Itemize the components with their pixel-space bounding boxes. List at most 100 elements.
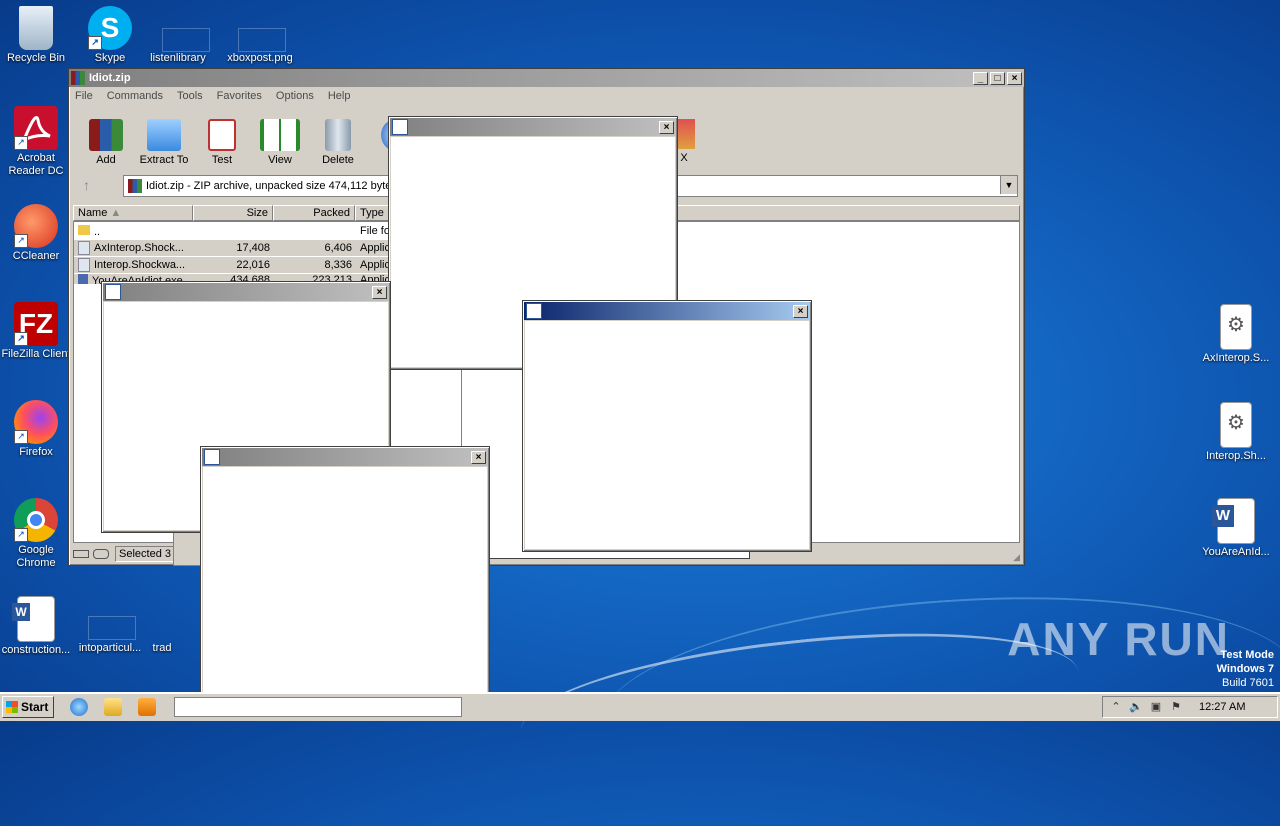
desktop-icon-recycle-bin[interactable]: Recycle Bin xyxy=(0,6,74,65)
dll-gear-icon: ⚙ xyxy=(1220,304,1252,350)
window-title: Idiot.zip xyxy=(89,72,131,84)
desktop-icon-skype[interactable]: S ↗ Skype xyxy=(72,6,148,65)
dll-gear-icon: ⚙ xyxy=(1220,402,1252,448)
desktop-icon-filezilla[interactable]: FZ ↗ FileZilla Client xyxy=(0,302,74,361)
folder-icon xyxy=(147,119,181,151)
toolbar-test-button[interactable]: Test xyxy=(193,119,251,166)
word-doc-icon: W xyxy=(12,596,55,642)
desktop-icon-interop[interactable]: ⚙ Interop.Sh... xyxy=(1198,402,1274,463)
action-center-flag-icon[interactable]: ⚑ xyxy=(1169,700,1183,714)
winrar-titlebar[interactable]: Idiot.zip _ □ × xyxy=(69,69,1024,87)
dll-icon xyxy=(78,241,90,255)
status-text: Selected 3 f xyxy=(115,546,182,562)
up-arrow-icon[interactable]: ↑ xyxy=(83,177,90,193)
desktop-icon-trad[interactable]: trad xyxy=(124,600,200,655)
test-mode-label: Test Mode Windows 7 Build 7601 xyxy=(1216,649,1274,689)
skype-icon: S ↗ xyxy=(88,6,132,50)
folder-icon xyxy=(78,224,90,235)
book-icon xyxy=(260,119,300,151)
desktop-icon-xboxpost[interactable]: xboxpost.png xyxy=(222,6,298,65)
add-archive-icon xyxy=(89,119,123,151)
trash-icon xyxy=(325,119,351,151)
popup-titlebar[interactable]: × xyxy=(202,448,488,466)
desktop-icon-youareanidiot[interactable]: W YouAreAnId... xyxy=(1198,498,1274,559)
close-button[interactable]: × xyxy=(793,304,808,318)
minimize-button[interactable]: _ xyxy=(973,71,988,85)
close-button[interactable]: × xyxy=(1007,71,1022,85)
shortcut-arrow-icon: ↗ xyxy=(14,234,28,248)
table-row[interactable]: Interop.Shockwa... 22,016 8,336 Applica xyxy=(74,257,396,273)
firefox-icon: ↗ xyxy=(14,400,58,444)
ccleaner-icon: ↗ xyxy=(14,204,58,248)
close-button[interactable]: × xyxy=(471,450,486,464)
clock[interactable]: 12:27 AM xyxy=(1199,701,1245,713)
shortcut-arrow-icon: ↗ xyxy=(14,528,28,542)
word-doc-icon xyxy=(526,303,542,319)
menu-help[interactable]: Help xyxy=(328,90,351,102)
word-doc-icon xyxy=(105,284,121,300)
anyrun-watermark: ANY RUN xyxy=(1007,613,1230,665)
menu-favorites[interactable]: Favorites xyxy=(217,90,262,102)
desktop-icon-listenlibrary[interactable]: listenlibrary xyxy=(140,6,216,65)
popup-titlebar[interactable]: × xyxy=(524,302,810,320)
word-doc-icon xyxy=(392,119,408,135)
word-doc-icon xyxy=(204,449,220,465)
desktop-icon-firefox[interactable]: ↗ Firefox xyxy=(0,400,74,459)
desktop-icon-chrome[interactable]: ↗ Google Chrome xyxy=(0,498,74,570)
close-button[interactable]: × xyxy=(372,285,387,299)
show-hidden-icons-icon[interactable]: ⌃ xyxy=(1109,700,1123,714)
explorer-folder-icon[interactable] xyxy=(104,698,122,716)
menu-tools[interactable]: Tools xyxy=(177,90,203,102)
network-icon[interactable]: ▣ xyxy=(1149,700,1163,714)
maximize-button[interactable]: □ xyxy=(990,71,1005,85)
toolbar-add-button[interactable]: Add xyxy=(77,119,135,166)
resize-grip-icon[interactable]: ◢ xyxy=(1013,552,1020,563)
menu-commands[interactable]: Commands xyxy=(107,90,163,102)
image-icon xyxy=(238,28,286,52)
popup-window-3-active[interactable]: × xyxy=(522,300,812,552)
sort-asc-icon: ▲ xyxy=(110,207,122,219)
volume-icon[interactable]: 🔈 xyxy=(1129,700,1143,714)
popup-content xyxy=(203,467,487,695)
column-name[interactable]: Name ▲ xyxy=(73,205,193,221)
popup-titlebar[interactable]: × xyxy=(103,283,389,301)
acrobat-icon: ↗ xyxy=(14,106,58,150)
toolbar-delete-button[interactable]: Delete xyxy=(309,119,367,166)
desktop-icon-axinterop[interactable]: ⚙ AxInterop.S... xyxy=(1198,304,1274,365)
key-icon xyxy=(93,549,109,559)
shortcut-arrow-icon: ↗ xyxy=(88,36,102,50)
start-button[interactable]: Start xyxy=(2,696,54,718)
menu-options[interactable]: Options xyxy=(276,90,314,102)
desktop-icon-ccleaner[interactable]: ↗ CCleaner xyxy=(0,204,74,263)
table-row[interactable]: .. File fol xyxy=(74,223,396,239)
chrome-icon: ↗ xyxy=(14,498,58,542)
menu-file[interactable]: File xyxy=(75,90,93,102)
close-button[interactable]: × xyxy=(659,120,674,134)
drive-icon xyxy=(73,550,89,558)
toolbar-view-button[interactable]: View xyxy=(251,119,309,166)
shortcut-arrow-icon: ↗ xyxy=(14,136,28,150)
table-row[interactable]: AxInterop.Shock... 17,408 6,406 Applica xyxy=(74,240,396,256)
zip-icon xyxy=(128,179,142,193)
popup-titlebar[interactable]: × xyxy=(390,118,676,136)
path-dropdown-button[interactable]: ▼ xyxy=(1000,176,1017,194)
winrar-app-icon xyxy=(71,71,85,85)
filezilla-icon: FZ ↗ xyxy=(14,302,58,346)
ie-icon[interactable] xyxy=(70,698,88,716)
toolbar-extract-button[interactable]: Extract To xyxy=(135,119,193,166)
desktop-icon-acrobat[interactable]: ↗ Acrobat Reader DC xyxy=(0,106,74,178)
desktop-icon-construction-doc[interactable]: W construction... xyxy=(0,596,74,657)
shortcut-arrow-icon: ↗ xyxy=(14,332,28,346)
popup-window-4[interactable]: × xyxy=(200,446,490,698)
clipboard-check-icon xyxy=(208,119,236,151)
exe-icon xyxy=(78,274,88,284)
taskbar: Start ⌃ 🔈 ▣ ⚑ 12:27 AM xyxy=(0,692,1280,721)
recycle-bin-icon xyxy=(19,6,53,50)
column-size[interactable]: Size xyxy=(193,205,273,221)
media-player-icon[interactable] xyxy=(138,698,156,716)
dll-icon xyxy=(78,258,90,272)
menu-bar: File Commands Tools Favorites Options He… xyxy=(69,87,1024,105)
taskbar-item-blank[interactable] xyxy=(174,697,462,717)
column-packed[interactable]: Packed xyxy=(273,205,355,221)
windows-logo-icon xyxy=(6,701,18,713)
